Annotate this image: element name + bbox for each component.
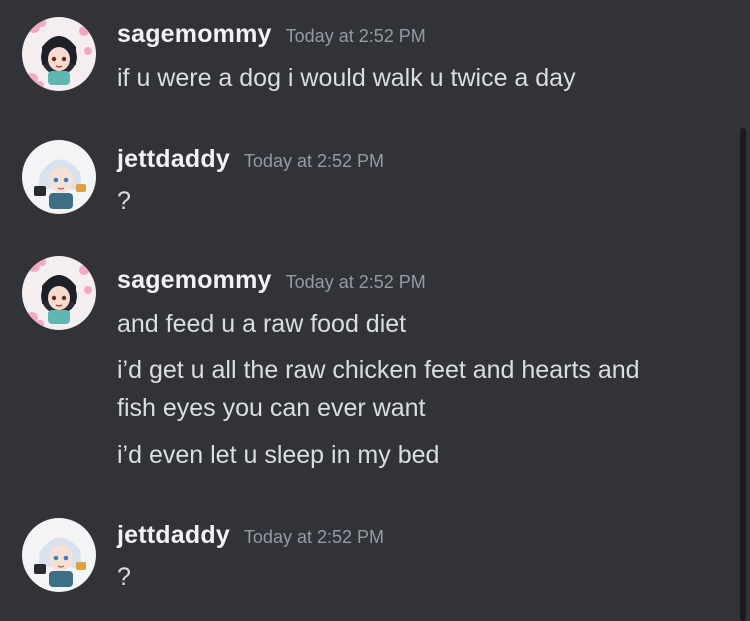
message-author[interactable]: jettdaddy Today at 2:52 PM bbox=[117, 521, 384, 550]
message-text: fish eyes you can ever want bbox=[117, 394, 426, 422]
message-text: if u were a dog i would walk u twice a d… bbox=[117, 64, 576, 92]
avatar[interactable] bbox=[22, 140, 96, 214]
message-group: sagemommy Today at 2:52 PM and feed u a r… bbox=[0, 240, 730, 500]
anime-girl-cherry-blossom-avatar-icon bbox=[22, 17, 96, 91]
avatar[interactable] bbox=[22, 17, 96, 91]
scrollbar-thumb[interactable] bbox=[740, 128, 746, 621]
message-group: jettdaddy Today at 2:52 PM ? bbox=[0, 500, 730, 621]
avatar[interactable] bbox=[22, 518, 96, 592]
chat-message-list: sagemommy Today at 2:52 PM if u were a do… bbox=[0, 0, 750, 621]
author-name[interactable]: jettdaddy bbox=[117, 145, 230, 173]
message-timestamp: Today at 2:52 PM bbox=[285, 26, 426, 46]
author-name[interactable]: jettdaddy bbox=[117, 521, 230, 549]
message-text: and feed u a raw food diet bbox=[117, 310, 407, 338]
message-text: i’d even let u sleep in my bed bbox=[117, 441, 440, 469]
anime-girl-cherry-blossom-avatar-icon bbox=[22, 256, 96, 330]
author-name[interactable]: sagemommy bbox=[117, 266, 272, 294]
message-text: ? bbox=[117, 187, 131, 215]
message-timestamp: Today at 2:52 PM bbox=[285, 272, 426, 292]
message-author[interactable]: sagemommy Today at 2:52 PM bbox=[117, 266, 426, 295]
author-name[interactable]: sagemommy bbox=[117, 20, 272, 48]
message-author[interactable]: sagemommy Today at 2:52 PM bbox=[117, 20, 426, 49]
anime-white-hair-avatar-icon bbox=[22, 140, 96, 214]
message-text: i’d get u all the raw chicken feet and h… bbox=[117, 356, 640, 384]
scrollbar-track[interactable] bbox=[740, 128, 746, 621]
message-group: sagemommy Today at 2:52 PM if u were a do… bbox=[0, 0, 730, 120]
message-timestamp: Today at 2:52 PM bbox=[243, 527, 385, 547]
anime-white-hair-avatar-icon bbox=[22, 518, 96, 592]
avatar[interactable] bbox=[22, 256, 96, 330]
message-group: jettdaddy Today at 2:52 PM ? bbox=[0, 120, 730, 240]
message-timestamp: Today at 2:52 PM bbox=[243, 151, 385, 171]
message-text: ? bbox=[117, 563, 131, 591]
message-author[interactable]: jettdaddy Today at 2:52 PM bbox=[117, 145, 384, 174]
